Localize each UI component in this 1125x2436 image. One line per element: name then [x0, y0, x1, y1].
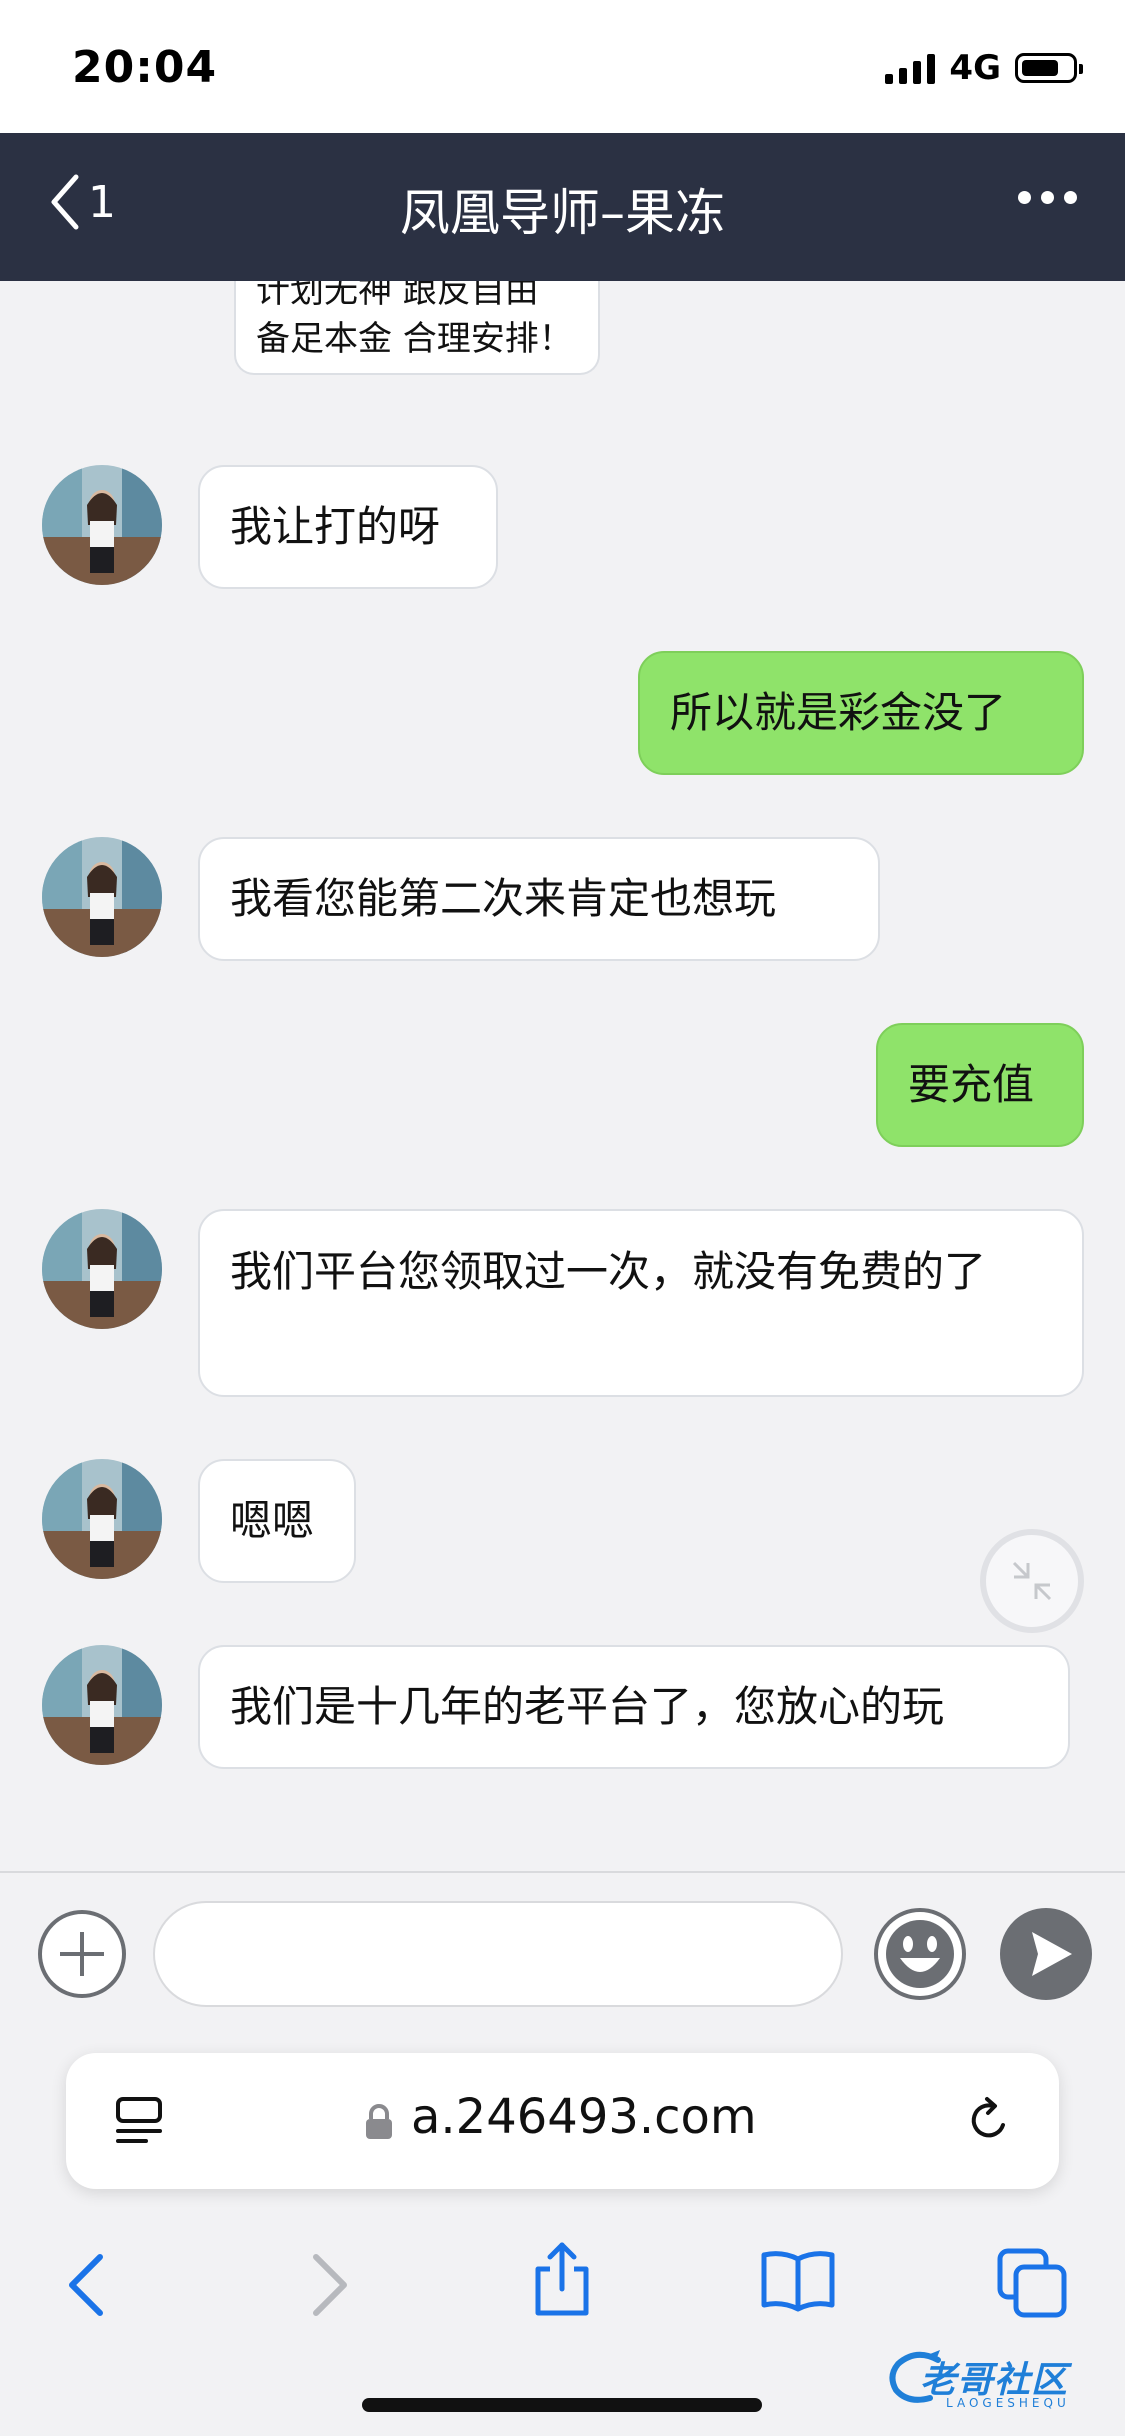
attach-button[interactable]	[36, 1908, 128, 2000]
message-bubble: 我看您能第二次来肯定也想玩	[198, 837, 880, 961]
lock-icon	[366, 2104, 392, 2139]
message-bubble: 计划无神 跟反自由 备足本金 合理安排！	[234, 281, 600, 375]
chat-title: 凤凰导师–果冻	[400, 184, 725, 242]
message-bubble: 嗯嗯	[198, 1459, 356, 1583]
avatar[interactable]	[42, 1209, 162, 1329]
watermark: 老哥社区 LAOGESHEQU	[886, 2340, 1111, 2414]
message-input[interactable]	[153, 1901, 843, 2007]
bookmarks-icon[interactable]	[758, 2249, 838, 2313]
avatar[interactable]	[42, 465, 162, 585]
smiley-icon	[874, 1908, 966, 2000]
send-button[interactable]	[998, 1906, 1094, 2002]
reload-icon[interactable]	[963, 2095, 1015, 2147]
watermark-subtext: LAOGESHEQU	[946, 2396, 1070, 2410]
chat-header: 1 凤凰导师–果冻	[0, 133, 1125, 281]
collapse-button[interactable]	[980, 1529, 1084, 1633]
plus-circle-icon	[38, 1910, 126, 1998]
message-bubble: 我让打的呀	[198, 465, 498, 589]
collapse-arrows-icon	[1012, 1561, 1052, 1601]
avatar[interactable]	[42, 837, 162, 957]
home-indicator[interactable]	[362, 2398, 762, 2412]
network-type: 4G	[949, 48, 1001, 88]
message-list[interactable]: 计划无神 跟反自由 备足本金 合理安排！ 我让打的呀 所以就是彩金没了 我看您能…	[0, 281, 1125, 1871]
avatar[interactable]	[42, 1459, 162, 1579]
status-indicators: 4G	[885, 48, 1083, 88]
more-dots-icon	[1018, 191, 1031, 204]
message-bubble-outgoing: 所以就是彩金没了	[638, 651, 1084, 775]
message-bubble: 我们平台您领取过一次，就没有免费的了	[198, 1209, 1084, 1397]
page-menu-icon	[116, 2097, 162, 2143]
battery-icon	[1015, 53, 1083, 83]
url-text: a.246493.com	[411, 2089, 757, 2145]
status-time: 20:04	[72, 42, 218, 93]
tabs-icon[interactable]	[996, 2247, 1068, 2319]
composer-bar	[0, 1871, 1125, 2033]
message-bubble-outgoing: 要充值	[876, 1023, 1084, 1147]
avatar[interactable]	[42, 1645, 162, 1765]
signal-icon	[885, 52, 936, 84]
send-arrow-icon	[1000, 1908, 1092, 2000]
back-arrow-icon[interactable]	[64, 2251, 108, 2319]
browser-nav	[0, 2231, 1125, 2351]
status-bar: 20:04 4G	[0, 0, 1125, 133]
share-icon[interactable]	[530, 2239, 594, 2319]
message-bubble: 我们是十几年的老平台了，您放心的玩	[198, 1645, 1070, 1769]
emoji-button[interactable]	[872, 1906, 968, 2002]
address-bar[interactable]: a.246493.com	[66, 2053, 1059, 2189]
more-button[interactable]	[1018, 191, 1077, 204]
dragon-logo-icon	[889, 2350, 941, 2403]
forward-arrow-icon[interactable]	[308, 2251, 352, 2319]
